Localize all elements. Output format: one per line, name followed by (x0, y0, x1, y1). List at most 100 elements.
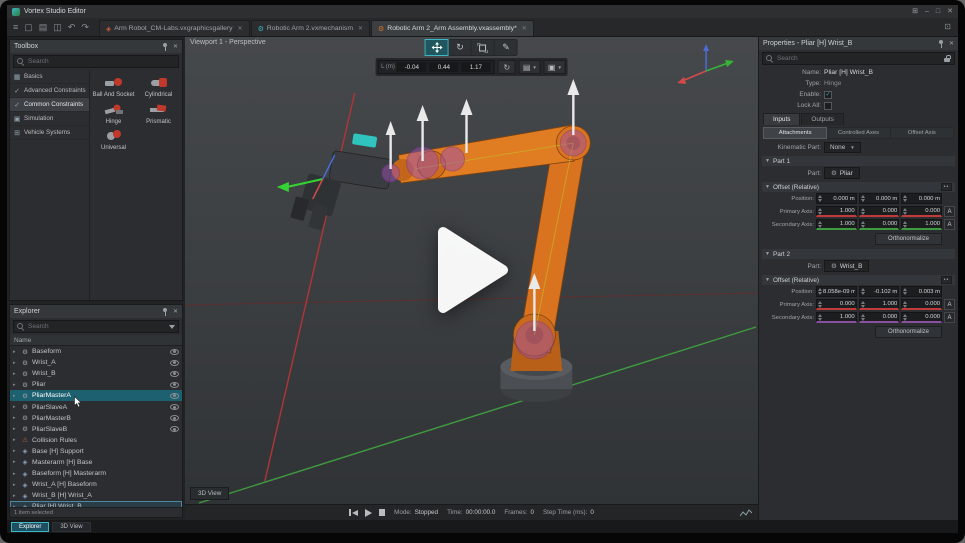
part2-offset-header[interactable]: ▼ Offset (Relative) •• (762, 275, 955, 285)
spinner[interactable] (903, 195, 907, 202)
edit-tool-button[interactable]: ✎ (495, 40, 517, 55)
enable-checkbox[interactable]: ✓ (824, 91, 832, 99)
explorer-item-wrist-a[interactable]: ▸⚙Wrist_A (10, 357, 182, 368)
skip-to-start-button[interactable] (349, 509, 358, 516)
spinner[interactable] (903, 288, 907, 295)
visibility-eye-icon[interactable] (170, 404, 179, 410)
snapshot-folder-button[interactable]: ▤▼ (519, 60, 541, 74)
explorer-item-wrist-b-h-wrist-a[interactable]: ▸◈Wrist_B [H] Wrist_A (10, 490, 182, 501)
part2-secondary-auto-button[interactable]: A (944, 312, 955, 323)
new-file-icon[interactable]: ▢ (24, 18, 33, 37)
spinner[interactable] (818, 208, 822, 215)
explorer-item-wrist-b[interactable]: ▸⚙Wrist_B (10, 368, 182, 379)
more-options-button[interactable]: •• (941, 276, 952, 284)
part1-secondary-y-field[interactable]: 0.000 (859, 219, 900, 230)
tab-outputs[interactable]: Outputs (801, 113, 843, 125)
explorer-item-pliarmasterb[interactable]: ▸⚙PliarMasterB (10, 413, 182, 424)
explorer-item-pliarslavea[interactable]: ▸⚙PliarSlaveA (10, 401, 182, 412)
part1-secondary-auto-button[interactable]: A (944, 219, 955, 230)
spinner[interactable] (818, 221, 822, 228)
pin-icon[interactable] (162, 43, 168, 51)
toolbox-item-hinge[interactable]: Hinge (92, 102, 135, 126)
toolbox-category-common-constraints[interactable]: ✓ Common Constraints (10, 98, 89, 112)
more-options-button[interactable]: •• (941, 183, 952, 191)
panel-layout-icon[interactable]: ⊡ (941, 17, 954, 36)
visibility-eye-icon[interactable] (170, 382, 179, 388)
toolbox-category-vehicle-systems[interactable]: ⊞ Vehicle Systems (10, 126, 89, 140)
expander-icon[interactable]: ▸ (13, 437, 18, 443)
visibility-eye-icon[interactable] (170, 349, 179, 355)
part1-position-y-field[interactable]: 0.000 m (859, 193, 900, 204)
spinner[interactable] (903, 301, 907, 308)
part1-primary-y-field[interactable]: 0.000 (859, 206, 900, 217)
tab-close-icon[interactable]: ✕ (522, 25, 527, 32)
spinner[interactable] (903, 314, 907, 321)
toolbox-category-advanced-constraints[interactable]: ✓ Advanced Constraints (10, 84, 89, 98)
part2-section-header[interactable]: ▼ Part 2 (762, 249, 955, 259)
part2-secondary-z-field[interactable]: 0.000 (901, 312, 942, 323)
subtab-offset-axis[interactable]: Offset Axis (891, 128, 953, 138)
explorer-search-input[interactable]: Search (13, 320, 179, 333)
spinner[interactable] (861, 301, 865, 308)
lock-all-checkbox[interactable] (824, 102, 832, 110)
doc-tab-mechanism[interactable]: ⚙ Robotic Arm 2.vxmechanism ✕ (251, 20, 370, 36)
part1-secondary-z-field[interactable]: 1.000 (901, 219, 942, 230)
part2-primary-y-field[interactable]: 1.000 (859, 299, 900, 310)
part2-primary-x-field[interactable]: 0.000 (816, 299, 857, 310)
layout-icon[interactable]: ⊞ (912, 5, 918, 18)
expander-icon[interactable]: ▸ (13, 471, 18, 477)
visibility-eye-icon[interactable] (170, 360, 179, 366)
filter-icon[interactable] (169, 325, 175, 329)
close-icon[interactable]: ✕ (949, 40, 954, 47)
camera-view-button[interactable]: ▣▼ (544, 60, 566, 74)
spinner[interactable] (861, 314, 865, 321)
expander-icon[interactable]: ▸ (13, 371, 18, 377)
scale-tool-button[interactable] (472, 40, 494, 55)
spinner[interactable] (861, 288, 865, 295)
expander-icon[interactable]: ▸ (13, 493, 18, 499)
spinner[interactable] (818, 195, 822, 202)
toolbox-category-basics[interactable]: ▦ Basics (10, 70, 89, 84)
explorer-item-pliar[interactable]: ▸⚙Pliar (10, 379, 182, 390)
properties-search-input[interactable]: Search (762, 52, 955, 65)
explorer-item-masterarm-h-base[interactable]: ▸◈Masterarm [H] Base (10, 457, 182, 468)
rotate-tool-button[interactable]: ↻ (449, 40, 471, 55)
part1-primary-x-field[interactable]: 1.000 (816, 206, 857, 217)
view-mode-button[interactable]: 3D View (190, 487, 229, 500)
tab-close-icon[interactable]: ✕ (238, 25, 243, 32)
part1-position-x-field[interactable]: 0.000 m (816, 193, 857, 204)
expander-icon[interactable]: ▸ (13, 426, 18, 432)
subtab-controlled-axes[interactable]: Controlled Axes (827, 128, 889, 138)
save-icon[interactable]: ◫ (53, 18, 62, 37)
spinner[interactable] (818, 288, 822, 295)
part2-orthonormalize-button[interactable]: Orthonormalize (875, 326, 942, 338)
doc-tab-assembly[interactable]: ⚙ Robotic Arm 2_Arm Assembly.vxassembly*… (371, 20, 534, 36)
name-value[interactable]: Pliar [H] Wrist_B (824, 69, 873, 76)
kinematic-part-dropdown[interactable]: None ▼ (824, 142, 861, 153)
part2-position-x-field[interactable]: 8.058e-09 m (816, 286, 857, 297)
explorer-item-baseform-h-masterarm[interactable]: ▸◈Baseform [H] Masterarm (10, 468, 182, 479)
subtab-attachments[interactable]: Attachments (764, 128, 826, 138)
expander-icon[interactable]: ▸ (13, 382, 18, 388)
part1-primary-auto-button[interactable]: A (944, 206, 955, 217)
part1-secondary-x-field[interactable]: 1.000 (816, 219, 857, 230)
bottom-tab-explorer[interactable]: Explorer (11, 522, 49, 532)
explorer-item-base-h-support[interactable]: ▸◈Base [H] Support (10, 446, 182, 457)
toolbox-item-universal[interactable]: Universal (92, 128, 135, 152)
play-button[interactable] (365, 509, 372, 517)
part2-secondary-y-field[interactable]: 0.000 (859, 312, 900, 323)
open-file-icon[interactable]: ▤ (39, 18, 48, 37)
explorer-item-baseform[interactable]: ▸⚙Baseform (10, 346, 182, 357)
close-icon[interactable]: ✕ (173, 43, 178, 50)
visibility-eye-icon[interactable] (170, 393, 179, 399)
visibility-eye-icon[interactable] (170, 371, 179, 377)
expander-icon[interactable]: ▸ (13, 482, 18, 488)
coord-z-field[interactable]: 1.17 (461, 62, 491, 72)
spinner[interactable] (818, 314, 822, 321)
spinner[interactable] (903, 221, 907, 228)
part2-position-z-field[interactable]: 0.003 m (901, 286, 942, 297)
expander-icon[interactable]: ▸ (13, 349, 18, 355)
spinner[interactable] (903, 208, 907, 215)
redo-icon[interactable]: ↷ (81, 18, 89, 37)
visibility-eye-icon[interactable] (170, 426, 179, 432)
